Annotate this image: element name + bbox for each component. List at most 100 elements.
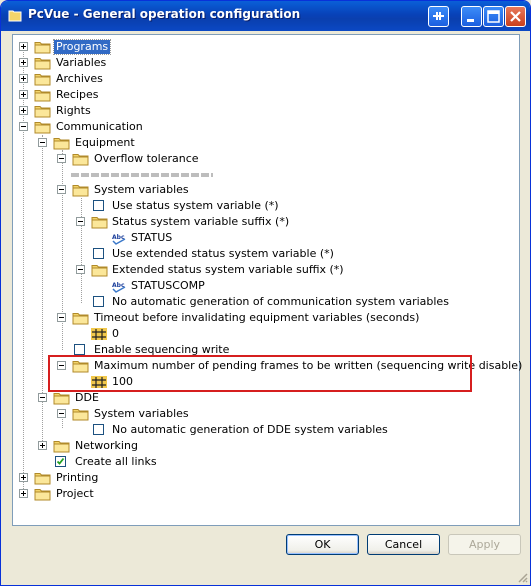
tree-item-extended-value[interactable]: STATUSCOMP bbox=[13, 278, 413, 294]
collapse-icon[interactable] bbox=[57, 313, 66, 322]
pin-button[interactable] bbox=[428, 6, 449, 27]
folder-icon bbox=[53, 439, 71, 453]
checkbox-checked[interactable] bbox=[55, 456, 66, 467]
tree-item-label: System variables bbox=[94, 183, 189, 196]
window-title: PcVue - General operation configuration bbox=[28, 7, 301, 21]
maximize-button[interactable] bbox=[483, 6, 504, 27]
folder-icon bbox=[34, 487, 52, 501]
folder-open-icon bbox=[72, 152, 90, 166]
configuration-tree[interactable]: Programs Variables Archives Recipes Righ… bbox=[12, 34, 522, 526]
tree-item-label: Project bbox=[56, 487, 94, 500]
tree-item-label: Use extended status system variable (*) bbox=[112, 247, 334, 260]
checkbox[interactable] bbox=[93, 200, 104, 211]
tree-item-value: STATUS bbox=[131, 231, 173, 244]
collapse-icon[interactable] bbox=[57, 185, 66, 194]
folder-open-icon bbox=[91, 215, 109, 229]
tree-item-label: No automatic generation of communication… bbox=[112, 295, 449, 308]
tree-item-create-all-links[interactable]: Create all links bbox=[13, 454, 313, 470]
cancel-button[interactable]: Cancel bbox=[367, 534, 440, 555]
tree-item-extended-suffix[interactable]: Extended status system variable suffix (… bbox=[13, 262, 413, 278]
tree-item-status-suffix[interactable]: Status system variable suffix (*) bbox=[13, 214, 413, 230]
collapse-icon[interactable] bbox=[76, 217, 85, 226]
tree-item-networking[interactable]: Networking bbox=[13, 438, 313, 454]
tree-item-overflow-tolerance[interactable]: Overflow tolerance bbox=[13, 151, 313, 167]
expand-icon[interactable] bbox=[19, 489, 28, 498]
tree-item-equipment[interactable]: Equipment bbox=[13, 135, 313, 151]
window: PcVue - General operation configuration … bbox=[0, 0, 531, 586]
tree-item-archives[interactable]: Archives bbox=[13, 71, 313, 87]
pcvue-app-icon bbox=[8, 10, 22, 22]
tree-item-use-status-system-variable[interactable]: Use status system variable (*) bbox=[13, 198, 413, 214]
text-value-icon bbox=[111, 231, 127, 245]
expand-icon[interactable] bbox=[19, 74, 28, 83]
tree-item-label: Archives bbox=[56, 72, 103, 85]
close-icon bbox=[510, 11, 521, 22]
tree-item-status-value[interactable]: STATUS bbox=[13, 230, 413, 246]
tree-item-label: Programs bbox=[52, 39, 112, 55]
tree-item-project[interactable]: Project bbox=[13, 486, 313, 502]
minimize-icon bbox=[467, 19, 474, 22]
tree-item-label: Use status system variable (*) bbox=[112, 199, 279, 212]
tree-item-no-auto-comm-sysvars[interactable]: No automatic generation of communication… bbox=[13, 294, 463, 310]
tree-item-label: Status system variable suffix (*) bbox=[112, 215, 290, 228]
tree-item-label: Extended status system variable suffix (… bbox=[112, 263, 344, 276]
tree-item-no-auto-dde-sysvars[interactable]: No automatic generation of DDE system va… bbox=[13, 422, 413, 438]
tree-item-recipes[interactable]: Recipes bbox=[13, 87, 313, 103]
ok-button[interactable]: OK bbox=[286, 534, 359, 555]
numeric-value-icon bbox=[91, 327, 107, 341]
checkbox[interactable] bbox=[93, 248, 104, 259]
tree-item-label: Timeout before invalidating equipment va… bbox=[94, 311, 420, 324]
folder-open-icon bbox=[91, 263, 109, 277]
tree-item-label: Recipes bbox=[56, 88, 99, 101]
expand-icon[interactable] bbox=[19, 90, 28, 99]
tree-item-label: Variables bbox=[56, 56, 107, 69]
tree-item-label: Rights bbox=[56, 104, 91, 117]
folder-open-icon bbox=[72, 407, 90, 421]
tree-item-system-variables[interactable]: System variables bbox=[13, 182, 313, 198]
tree-item-variables[interactable]: Variables bbox=[13, 55, 313, 71]
apply-button[interactable]: Apply bbox=[448, 534, 521, 555]
collapse-icon[interactable] bbox=[19, 122, 28, 131]
collapse-icon[interactable] bbox=[38, 393, 47, 402]
folder-icon bbox=[34, 104, 52, 118]
tree-item-dde[interactable]: DDE bbox=[13, 390, 313, 406]
tree-item-printing[interactable]: Printing bbox=[13, 470, 313, 486]
tree-item-label: No automatic generation of DDE system va… bbox=[112, 423, 388, 436]
expand-icon[interactable] bbox=[19, 106, 28, 115]
resize-grip-icon[interactable] bbox=[516, 571, 528, 583]
pin-icon bbox=[433, 12, 444, 20]
minimize-button[interactable] bbox=[461, 6, 482, 27]
checkbox[interactable] bbox=[74, 344, 85, 355]
close-button[interactable] bbox=[505, 6, 526, 27]
collapse-icon[interactable] bbox=[76, 265, 85, 274]
folder-open-icon bbox=[72, 183, 90, 197]
tree-item-label: DDE bbox=[75, 391, 99, 404]
expand-icon[interactable] bbox=[38, 441, 47, 450]
collapse-icon[interactable] bbox=[38, 138, 47, 147]
expand-icon[interactable] bbox=[19, 58, 28, 67]
folder-icon bbox=[34, 88, 52, 102]
expand-icon[interactable] bbox=[19, 42, 28, 51]
folder-open-icon bbox=[53, 391, 71, 405]
tree-item-timeout[interactable]: Timeout before invalidating equipment va… bbox=[13, 310, 463, 326]
collapse-icon[interactable] bbox=[57, 409, 66, 418]
tree-item-dde-system-variables[interactable]: System variables bbox=[13, 406, 313, 422]
highlight-annotation-box bbox=[48, 355, 472, 392]
checkbox[interactable] bbox=[93, 296, 104, 307]
tree-item-rights[interactable]: Rights bbox=[13, 103, 313, 119]
tree-item-label: Communication bbox=[56, 120, 143, 133]
tree-item-label: Networking bbox=[75, 439, 138, 452]
tree-item-label: Equipment bbox=[75, 136, 135, 149]
tree-item-label: Overflow tolerance bbox=[94, 152, 199, 165]
expand-icon[interactable] bbox=[19, 473, 28, 482]
collapse-icon[interactable] bbox=[57, 154, 66, 163]
folder-icon bbox=[34, 72, 52, 86]
folder-icon bbox=[34, 56, 52, 70]
tree-item-communication[interactable]: Communication bbox=[13, 119, 313, 135]
title-bar[interactable]: PcVue - General operation configuration bbox=[1, 1, 530, 31]
checkbox[interactable] bbox=[93, 424, 104, 435]
tree-item-use-extended-status[interactable]: Use extended status system variable (*) bbox=[13, 246, 413, 262]
tree-item-timeout-value[interactable]: 0 bbox=[13, 326, 313, 342]
folder-open-icon bbox=[72, 311, 90, 325]
tree-item-programs[interactable]: Programs bbox=[13, 39, 313, 55]
